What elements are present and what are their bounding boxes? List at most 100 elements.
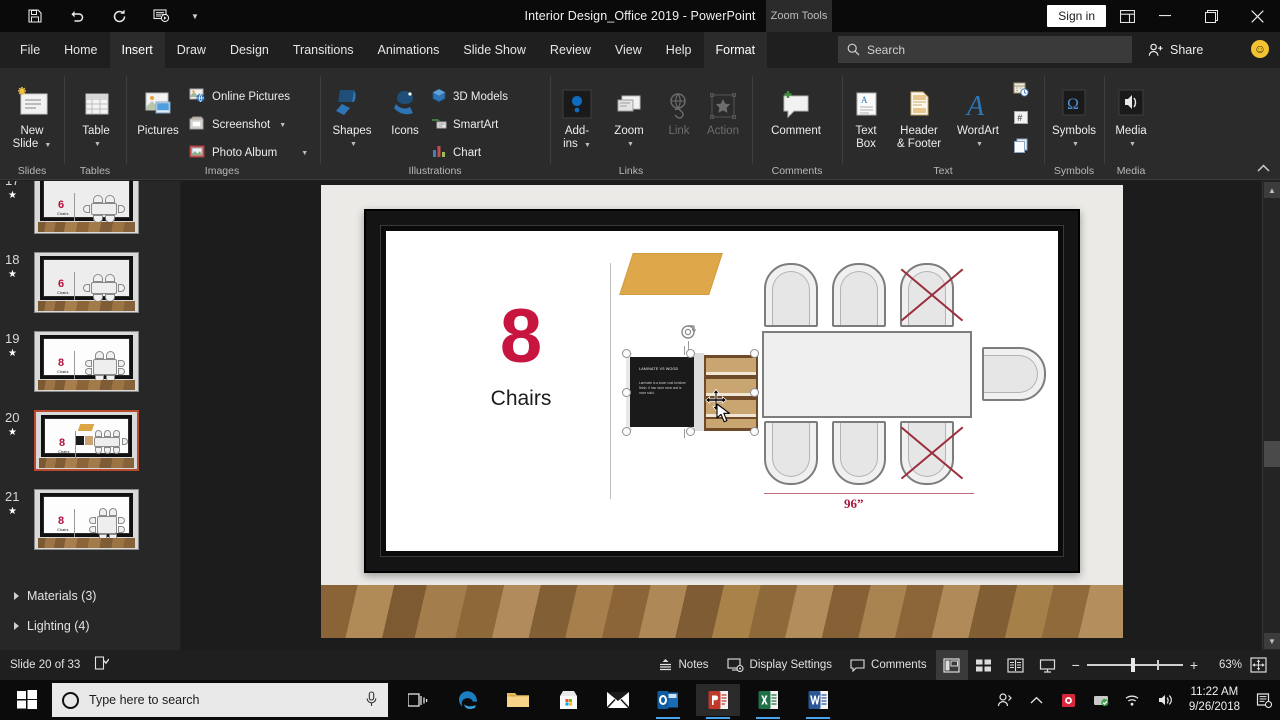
tab-file[interactable]: File <box>8 32 52 68</box>
slide-number-button[interactable]: # <box>1013 110 1029 128</box>
chair-bottom-2[interactable] <box>832 421 886 485</box>
thumbnail-preview[interactable]: 8 Chairs <box>34 489 139 550</box>
chair-bottom-1[interactable] <box>764 421 818 485</box>
scroll-up-arrow-icon[interactable]: ▲ <box>1264 182 1280 198</box>
search-input[interactable]: Search <box>838 36 1132 63</box>
action-center-icon[interactable] <box>1248 680 1280 720</box>
slide-indicator[interactable]: Slide 20 of 33 <box>10 659 80 671</box>
close-icon[interactable] <box>1234 0 1280 32</box>
screenshot-caret-icon[interactable]: ▼ <box>279 122 286 129</box>
thumbnail-preview[interactable]: 6 Chairs <box>34 252 139 313</box>
slide-show-view-icon[interactable] <box>1032 650 1064 680</box>
animation-star-icon[interactable]: ★ <box>8 427 17 438</box>
table-chair-floorplan-diagram[interactable]: 96” <box>744 245 1046 511</box>
restore-icon[interactable] <box>1188 0 1234 32</box>
photo-album-caret-icon[interactable]: ▼ <box>301 150 308 157</box>
chart-button[interactable]: Chart <box>431 144 481 162</box>
excel-icon[interactable] <box>746 684 790 719</box>
feedback-smiley-icon[interactable]: ☺ <box>1251 40 1269 58</box>
cortana-icon[interactable] <box>62 691 79 709</box>
zoom-out-button[interactable]: − <box>1072 657 1080 673</box>
animation-star-icon[interactable]: ★ <box>8 348 17 359</box>
online-pictures-button[interactable]: Online Pictures <box>189 88 290 106</box>
slide-edit-area[interactable]: 8 Chairs LAMINATE VS WOOD Laminate is a … <box>181 181 1261 650</box>
word-icon[interactable] <box>796 684 840 719</box>
conference-table-shape[interactable] <box>762 331 972 418</box>
tab-animations[interactable]: Animations <box>366 32 452 68</box>
vertical-divider-line[interactable] <box>610 263 611 499</box>
tab-draw[interactable]: Draw <box>165 32 218 68</box>
thumbnail-slide-18[interactable]: 18 ★ 6 Chairs <box>0 252 180 330</box>
file-explorer-icon[interactable] <box>496 684 540 716</box>
3d-models-button[interactable]: 3D Models ▼ <box>431 88 569 106</box>
screenshot-button[interactable]: Screenshot ▼ <box>189 116 286 134</box>
animation-star-icon[interactable]: ★ <box>8 190 17 201</box>
big-subtitle-text[interactable]: Chairs <box>466 387 576 411</box>
media-caret-icon[interactable]: ▼ <box>1129 138 1136 151</box>
resize-handle-middle-left[interactable] <box>622 388 631 397</box>
redo-icon[interactable] <box>98 1 140 31</box>
mail-icon[interactable] <box>596 684 640 716</box>
resize-handle-top-left[interactable] <box>622 349 631 358</box>
thumbnail-preview[interactable]: 8 Chairs <box>34 331 139 392</box>
resize-handle-bottom-left[interactable] <box>622 427 631 436</box>
resize-handle-bottom-center[interactable] <box>686 427 695 436</box>
symbols-button[interactable]: Ω Symbols ▼ <box>1045 80 1103 151</box>
collapse-ribbon-button[interactable] <box>1257 163 1270 175</box>
network-icon[interactable] <box>1117 680 1149 720</box>
zoom-button[interactable]: Zoom ▼ <box>603 80 655 151</box>
chevron-right-icon[interactable] <box>14 622 19 630</box>
tab-insert[interactable]: Insert <box>109 32 165 68</box>
slide-thumbnail-panel[interactable]: 17 ★ 6 Chairs <box>0 181 180 650</box>
zoom-caret-icon[interactable]: ▼ <box>627 138 634 151</box>
zoom-in-button[interactable]: + <box>1190 657 1198 673</box>
table-caret-icon[interactable]: ▼ <box>94 138 101 151</box>
shapes-caret-icon[interactable]: ▼ <box>350 138 357 151</box>
section-materials[interactable]: Materials (3) <box>0 581 180 611</box>
rotate-handle-icon[interactable] <box>679 322 699 342</box>
resize-handle-top-center[interactable] <box>686 349 695 358</box>
zoom-slider-knob[interactable] <box>1130 658 1135 672</box>
new-slide-button[interactable]: New Slide ▼ <box>1 80 63 152</box>
undo-icon[interactable] <box>56 1 98 31</box>
chair-top-1[interactable] <box>764 263 818 327</box>
fit-slide-to-window-icon[interactable] <box>1242 650 1274 680</box>
tab-view[interactable]: View <box>603 32 654 68</box>
outlook-icon[interactable] <box>646 684 690 719</box>
icons-button[interactable]: Icons <box>379 80 431 138</box>
thumbnail-slide-17[interactable]: 17 ★ 6 Chairs <box>0 181 180 251</box>
scroll-down-arrow-icon[interactable]: ▼ <box>1264 633 1280 649</box>
comment-button[interactable]: Comment <box>765 80 827 138</box>
thumbnail-slide-20[interactable]: 20 ★ 8 Chairs <box>0 410 180 488</box>
wordart-caret-icon[interactable]: ▼ <box>976 138 983 151</box>
symbols-caret-icon[interactable]: ▼ <box>1072 138 1079 151</box>
tab-format[interactable]: Format <box>703 32 768 68</box>
share-button[interactable]: Share <box>1148 36 1203 63</box>
animation-star-icon[interactable]: ★ <box>8 269 17 280</box>
thumbnail-slide-19[interactable]: 19 ★ 8 Chairs <box>0 331 180 409</box>
start-presentation-icon[interactable] <box>140 1 182 31</box>
text-box-button[interactable]: A Text Box <box>843 80 889 151</box>
vertical-scrollbar[interactable]: ▲ ▼ <box>1262 181 1280 650</box>
slide-canvas[interactable]: 8 Chairs LAMINATE VS WOOD Laminate is a … <box>321 185 1123 638</box>
volume-icon[interactable] <box>1149 680 1181 720</box>
shapes-button[interactable]: Shapes ▼ <box>321 80 383 151</box>
accessibility-checker-icon[interactable] <box>94 656 110 674</box>
scrollbar-thumb[interactable] <box>1264 441 1280 467</box>
date-time-button[interactable] <box>1013 82 1029 100</box>
reading-view-icon[interactable] <box>1000 650 1032 680</box>
wood-floor-image[interactable] <box>321 585 1123 638</box>
tab-transitions[interactable]: Transitions <box>281 32 366 68</box>
media-button[interactable]: Media ▼ <box>1105 80 1157 151</box>
header-footer-button[interactable]: Header & Footer <box>889 80 949 151</box>
comments-button[interactable]: Comments <box>841 650 936 680</box>
wordart-button[interactable]: A WordArt ▼ <box>949 80 1007 151</box>
zoom-level-label[interactable]: 63% <box>1206 659 1242 671</box>
tab-review[interactable]: Review <box>538 32 603 68</box>
chair-right-1[interactable] <box>982 347 1046 401</box>
orange-parallelogram-shape[interactable] <box>619 253 723 295</box>
thumbnail-slide-21[interactable]: 21 ★ 8 Chairs <box>0 489 180 567</box>
sign-in-button[interactable]: Sign in <box>1047 5 1106 27</box>
save-icon[interactable] <box>14 1 56 31</box>
slide-sorter-view-icon[interactable] <box>968 650 1000 680</box>
